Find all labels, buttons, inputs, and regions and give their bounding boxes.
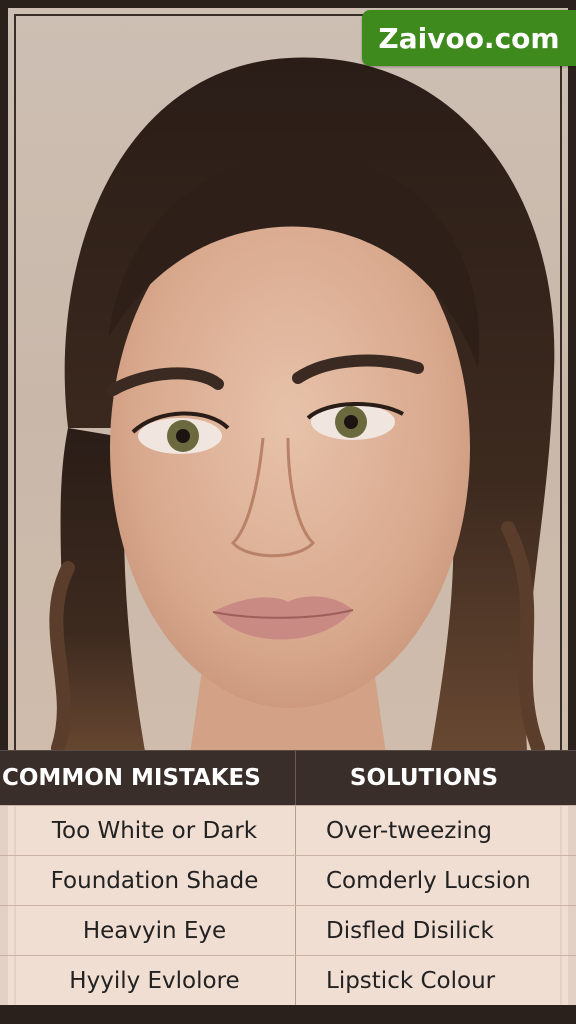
table-header: COMMON MISTAKES SOLUTIONS: [0, 750, 576, 805]
mistake-cell: Heavyin Eye: [0, 906, 296, 955]
table-row: Foundation Shade Comderly Lucsion: [0, 855, 576, 905]
mistake-cell: Too White or Dark: [0, 806, 296, 855]
header-solutions: SOLUTIONS: [349, 765, 499, 791]
solution-cell: Disfled Disilick: [326, 917, 494, 944]
image-frame: Zaivoo.com COMMON MISTAKES SOLUTIONS Too…: [0, 0, 576, 1024]
site-badge: Zaivoo.com: [362, 10, 576, 66]
solution-cell: Lipstick Colour: [326, 967, 496, 994]
bottom-border: [0, 1005, 576, 1024]
solution-cell: Over-tweezing: [326, 817, 492, 844]
site-badge-text: Zaivoo.com: [378, 21, 560, 55]
mistake-cell: Hyyily Evlolore: [0, 956, 296, 1005]
table-row: Heavyin Eye Disfled Disilick: [0, 905, 576, 955]
solution-cell: Comderly Lucsion: [326, 867, 531, 894]
header-common-mistakes: COMMON MISTAKES: [0, 751, 296, 805]
table-row: Too White or Dark Over-tweezing: [0, 805, 576, 855]
table-row: Hyyily Evlolore Lipstick Colour: [0, 955, 576, 1005]
mistake-cell: Foundation Shade: [0, 856, 296, 905]
mistakes-table: COMMON MISTAKES SOLUTIONS Too White or D…: [0, 750, 576, 1005]
